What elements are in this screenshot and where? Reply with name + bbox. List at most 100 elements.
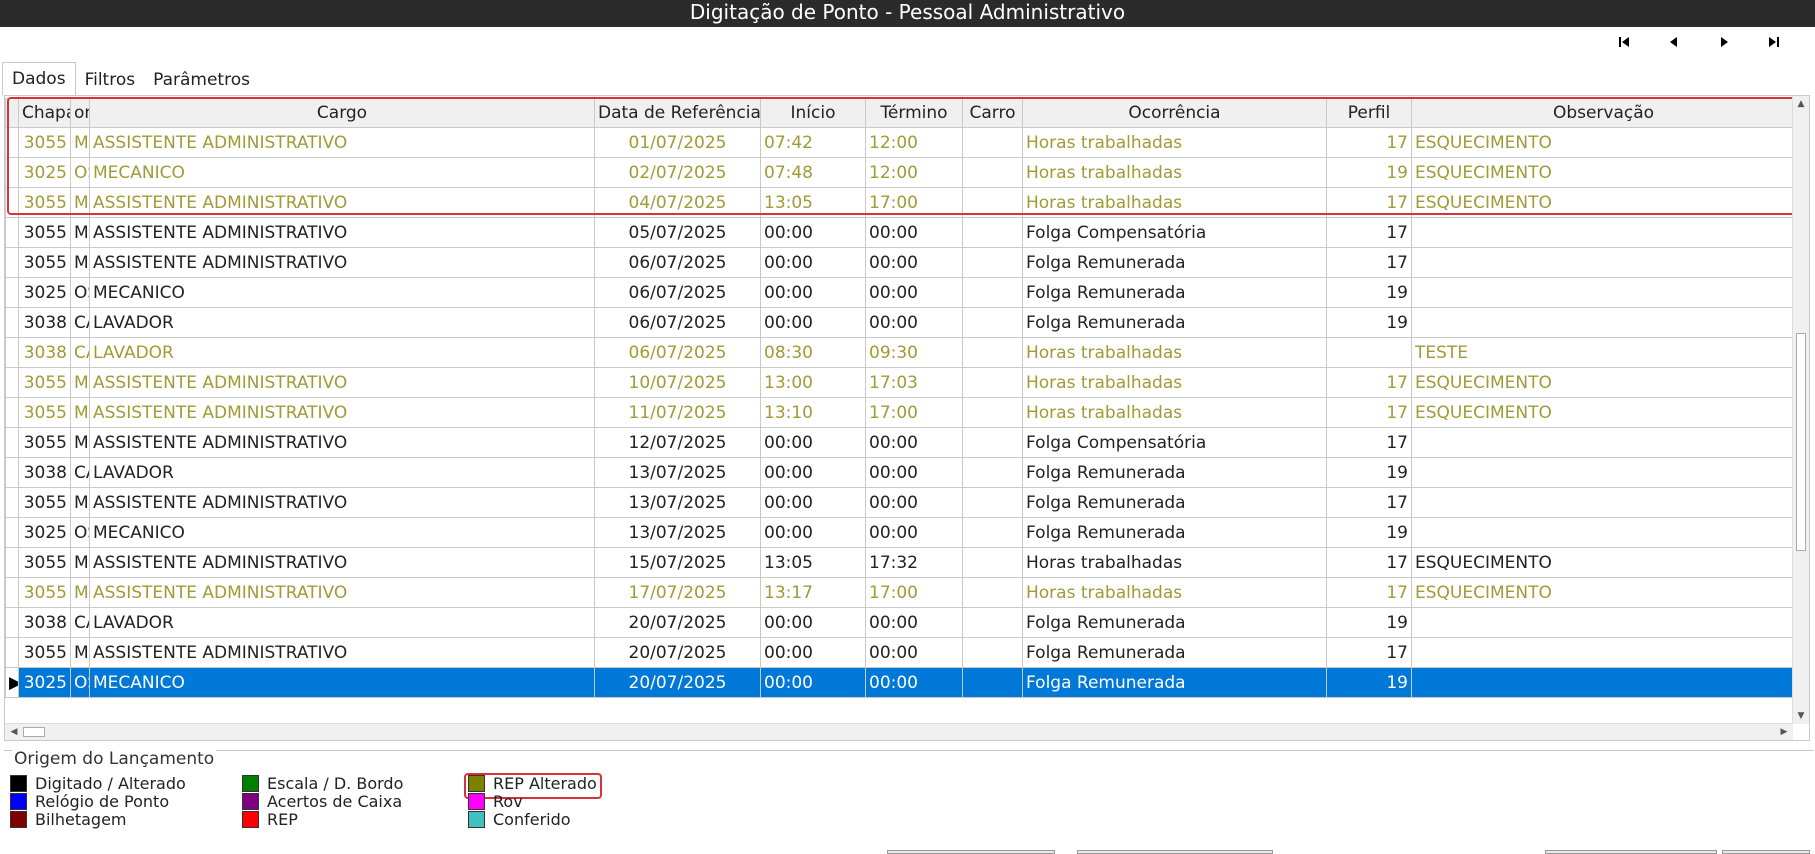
horizontal-scrollbar[interactable]: ◀ ▶ <box>5 723 1793 740</box>
cell-chapa[interactable]: 3055 <box>18 367 71 398</box>
cell-cargo[interactable]: ASSISTENTE ADMINISTRATIVO <box>89 247 595 278</box>
cell-cargo[interactable]: ASSISTENTE ADMINISTRATIVO <box>89 427 595 458</box>
cell-observacao[interactable]: ESQUECIMENTO <box>1411 367 1796 398</box>
cell-nome[interactable]: CA <box>70 337 90 368</box>
cell-carro[interactable] <box>962 187 1023 218</box>
column-header-nome[interactable]: om <box>70 98 90 128</box>
cell-perfil[interactable]: 17 <box>1326 127 1412 158</box>
cell-inicio[interactable]: 07:42 <box>760 127 866 158</box>
column-header-inicio[interactable]: Início <box>760 98 866 128</box>
cell-inicio[interactable]: 00:00 <box>760 457 866 488</box>
cell-nome[interactable]: OS <box>70 157 90 188</box>
cell-carro[interactable] <box>962 307 1023 338</box>
cell-inicio[interactable]: 13:05 <box>760 187 866 218</box>
tab-filtros[interactable]: Filtros <box>76 64 145 96</box>
cell-ocorrencia[interactable]: Folga Compensatória <box>1022 217 1327 248</box>
column-header-cargo[interactable]: Cargo <box>89 98 595 128</box>
cell-nome[interactable]: CA <box>70 607 90 638</box>
cell-observacao[interactable]: ESQUECIMENTO <box>1411 157 1796 188</box>
cell-carro[interactable] <box>962 517 1023 548</box>
cell-termino[interactable]: 12:00 <box>865 127 963 158</box>
table-row[interactable]: 3055 M ASSISTENTE ADMINISTRATIVO 01/07/2025… <box>5 127 1796 158</box>
cell-inicio[interactable]: 13:00 <box>760 367 866 398</box>
table-row[interactable]: 3055 M ASSISTENTE ADMINISTRATIVO 11/07/2025… <box>5 397 1796 428</box>
cell-chapa[interactable]: 3055 <box>18 217 71 248</box>
vertical-scrollbar[interactable]: ▲ ▼ <box>1792 96 1809 724</box>
cell-ocorrencia[interactable]: Folga Remunerada <box>1022 517 1327 548</box>
cell-chapa[interactable]: 3025 <box>18 277 71 308</box>
cell-termino[interactable]: 12:00 <box>865 157 963 188</box>
cell-nome[interactable]: M <box>70 367 90 398</box>
cell-chapa[interactable]: 3055 <box>18 547 71 578</box>
cell-ocorrencia[interactable]: Folga Remunerada <box>1022 637 1327 668</box>
cell-cargo[interactable]: ASSISTENTE ADMINISTRATIVO <box>89 637 595 668</box>
cell-ocorrencia[interactable]: Folga Remunerada <box>1022 607 1327 638</box>
row-selector[interactable] <box>5 517 19 548</box>
cell-inicio[interactable]: 00:00 <box>760 667 866 698</box>
cell-inicio[interactable]: 00:00 <box>760 487 866 518</box>
cell-chapa[interactable]: 3055 <box>18 247 71 278</box>
cell-data-referencia[interactable]: 20/07/2025 <box>594 667 761 698</box>
cell-inicio[interactable]: 13:10 <box>760 397 866 428</box>
table-row[interactable]: 3055 M ASSISTENTE ADMINISTRATIVO 12/07/2025… <box>5 427 1796 458</box>
bottom-button[interactable] <box>887 850 1055 854</box>
cell-cargo[interactable]: MECANICO <box>89 667 595 698</box>
row-selector[interactable]: ▶ <box>5 667 19 698</box>
cell-perfil[interactable]: 17 <box>1326 547 1412 578</box>
vertical-scroll-thumb[interactable] <box>1796 333 1806 551</box>
cell-carro[interactable] <box>962 397 1023 428</box>
cell-termino[interactable]: 00:00 <box>865 217 963 248</box>
cell-cargo[interactable]: ASSISTENTE ADMINISTRATIVO <box>89 367 595 398</box>
table-row[interactable]: 3055 M ASSISTENTE ADMINISTRATIVO 05/07/2025… <box>5 217 1796 248</box>
cell-cargo[interactable]: ASSISTENTE ADMINISTRATIVO <box>89 547 595 578</box>
table-row[interactable]: 3025OSMECANICO02/07/202507:4812:00 Horas … <box>5 157 1796 188</box>
cell-carro[interactable] <box>962 667 1023 698</box>
row-selector[interactable] <box>5 307 19 338</box>
cell-nome[interactable]: CA <box>70 457 90 488</box>
cell-carro[interactable] <box>962 487 1023 518</box>
table-row[interactable]: 3025OSMECANICO13/07/202500:0000:00Folga … <box>5 517 1796 548</box>
cell-perfil[interactable]: 17 <box>1326 427 1412 458</box>
cell-chapa[interactable]: 3038 <box>18 457 71 488</box>
row-selector[interactable] <box>5 427 19 458</box>
cell-cargo[interactable]: ASSISTENTE ADMINISTRATIVO <box>89 487 595 518</box>
cell-data-referencia[interactable]: 13/07/2025 <box>594 487 761 518</box>
column-header-chapa[interactable]: Chapa <box>18 98 71 128</box>
cell-perfil[interactable]: 19 <box>1326 157 1412 188</box>
cell-data-referencia[interactable]: 06/07/2025 <box>594 277 761 308</box>
row-selector[interactable] <box>5 367 19 398</box>
cell-ocorrencia[interactable]: Horas trabalhadas <box>1022 157 1327 188</box>
cell-termino[interactable]: 17:03 <box>865 367 963 398</box>
row-selector[interactable] <box>5 457 19 488</box>
horizontal-scroll-thumb[interactable] <box>23 727 45 737</box>
row-selector[interactable] <box>5 547 19 578</box>
cell-data-referencia[interactable]: 17/07/2025 <box>594 577 761 608</box>
cell-observacao[interactable]: ESQUECIMENTO <box>1411 547 1796 578</box>
cell-observacao[interactable] <box>1411 457 1796 488</box>
cell-termino[interactable]: 00:00 <box>865 607 963 638</box>
cell-cargo[interactable]: ASSISTENTE ADMINISTRATIVO <box>89 217 595 248</box>
cell-nome[interactable]: M <box>70 427 90 458</box>
previous-record-icon[interactable] <box>1649 33 1699 51</box>
bottom-button[interactable] <box>1722 850 1810 854</box>
cell-observacao[interactable] <box>1411 637 1796 668</box>
cell-observacao[interactable]: ESQUECIMENTO <box>1411 187 1796 218</box>
table-row[interactable]: 3038CALAVADOR06/07/202508:3009:30 Horas t… <box>5 337 1796 368</box>
cell-chapa[interactable]: 3055 <box>18 397 71 428</box>
cell-inicio[interactable]: 00:00 <box>760 517 866 548</box>
cell-carro[interactable] <box>962 457 1023 488</box>
cell-perfil[interactable]: 17 <box>1326 187 1412 218</box>
row-selector[interactable] <box>5 127 19 158</box>
cell-nome[interactable]: CA <box>70 307 90 338</box>
cell-chapa[interactable]: 3025 <box>18 157 71 188</box>
cell-termino[interactable]: 17:00 <box>865 577 963 608</box>
cell-cargo[interactable]: MECANICO <box>89 277 595 308</box>
tab-dados[interactable]: Dados <box>2 62 76 96</box>
cell-observacao[interactable] <box>1411 607 1796 638</box>
cell-carro[interactable] <box>962 577 1023 608</box>
cell-carro[interactable] <box>962 547 1023 578</box>
cell-data-referencia[interactable]: 06/07/2025 <box>594 307 761 338</box>
table-row[interactable]: 3055 M ASSISTENTE ADMINISTRATIVO 04/07/2025… <box>5 187 1796 218</box>
cell-inicio[interactable]: 00:00 <box>760 247 866 278</box>
table-row[interactable]: 3038CALAVADOR20/07/202500:0000:00Folga R… <box>5 607 1796 638</box>
